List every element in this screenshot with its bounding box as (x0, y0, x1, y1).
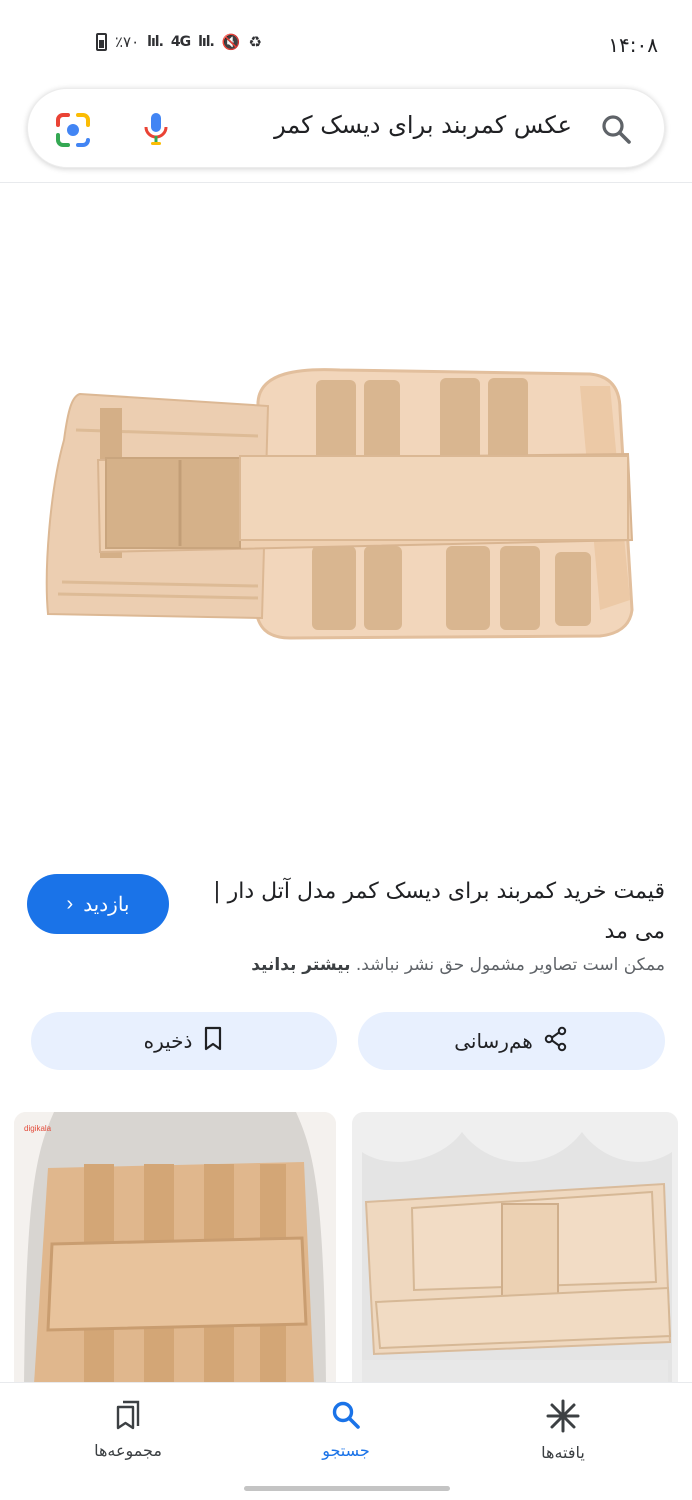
copyright-note: ممکن است تصاویر مشمول حق نشر نباشد. بیشت… (251, 955, 665, 975)
save-button[interactable]: ذخیره (31, 1012, 337, 1070)
visit-button[interactable]: بازدید ‹ (27, 874, 169, 934)
save-label: ذخیره (143, 1029, 193, 1053)
search-query[interactable]: عکس کمربند برای دیسک کمر (274, 111, 572, 139)
network-type: 4G (170, 34, 191, 50)
nav-search[interactable]: جستجو (281, 1399, 411, 1460)
nav-search-label: جستجو (322, 1441, 370, 1460)
search-nav-icon (330, 1399, 362, 1435)
learn-more-link[interactable]: بیشتر بدانید (251, 955, 350, 975)
status-icons: ٪۷۰ lıl. 4G lıl. 🔇 ♻ (96, 33, 262, 51)
share-icon (543, 1026, 569, 1057)
chevron-left-icon: ‹ (66, 892, 74, 915)
bottom-nav: مجموعه‌ها جستجو یافته‌ها (0, 1382, 692, 1500)
share-label: هم‌رسانی (454, 1029, 533, 1053)
nav-collections-label: مجموعه‌ها (94, 1441, 162, 1460)
recycle-icon: ♻ (248, 33, 262, 51)
result-title[interactable]: قیمت خرید کمربند برای دیسک کمر مدل آتل د… (205, 872, 665, 952)
battery-icon (96, 33, 107, 51)
asterisk-icon (546, 1399, 580, 1437)
share-button[interactable]: هم‌رسانی (358, 1012, 665, 1070)
status-bar: ٪۷۰ lıl. 4G lıl. 🔇 ♻ ۱۴:۰۸ (0, 0, 692, 80)
nav-collections[interactable]: مجموعه‌ها (63, 1399, 193, 1460)
main-result-image[interactable] (0, 190, 692, 830)
signal-icon: lıl. (147, 34, 164, 50)
google-lens-icon[interactable] (54, 111, 92, 149)
search-bar[interactable]: عکس کمربند برای دیسک کمر (27, 88, 665, 168)
collections-icon (113, 1399, 143, 1435)
bookmark-icon (202, 1026, 224, 1057)
nav-discover[interactable]: یافته‌ها (498, 1399, 628, 1462)
status-time: ۱۴:۰۸ (608, 33, 658, 57)
watermark-text: digikala (24, 1124, 52, 1133)
header-divider (0, 182, 692, 183)
search-icon[interactable] (598, 111, 634, 147)
visit-label: بازدید (83, 893, 130, 916)
related-image-right[interactable] (352, 1112, 678, 1384)
copyright-text: ممکن است تصاویر مشمول حق نشر نباشد. (355, 955, 665, 975)
related-image-left[interactable]: digikala (14, 1112, 336, 1384)
home-indicator[interactable] (244, 1486, 450, 1491)
mute-icon: 🔇 (221, 33, 241, 51)
microphone-icon[interactable] (138, 111, 174, 147)
nav-discover-label: یافته‌ها (541, 1443, 585, 1462)
battery-level: ٪۷۰ (115, 33, 140, 51)
signal-icon-2: lıl. (198, 34, 215, 50)
